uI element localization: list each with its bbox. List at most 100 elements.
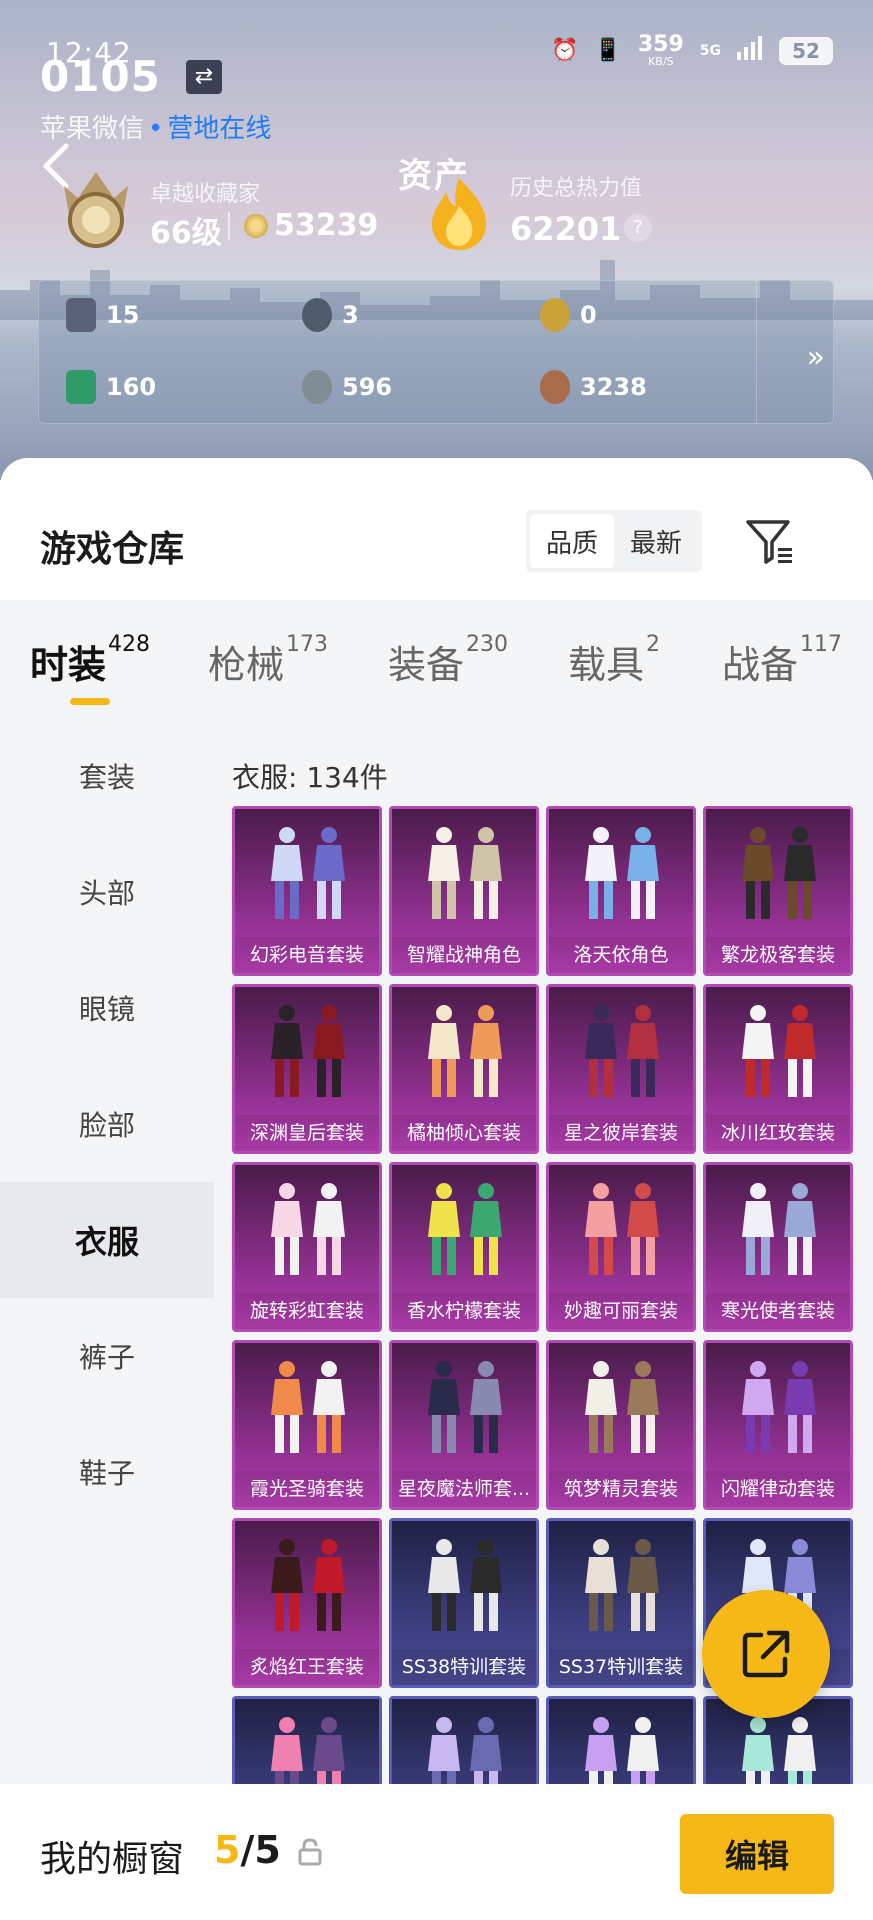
s-coin-icon bbox=[302, 298, 332, 332]
sidebar-item-suit[interactable]: 套装 bbox=[0, 718, 214, 834]
silver-coin-icon bbox=[302, 370, 332, 404]
tab-count: 173 bbox=[286, 632, 329, 657]
sidebar-item-shoes[interactable]: 鞋子 bbox=[0, 1414, 214, 1530]
item-card[interactable]: 繁龙极客套装 bbox=[703, 806, 853, 976]
signal-icon bbox=[737, 35, 763, 66]
item-card[interactable]: 幻彩电音套装 bbox=[232, 806, 382, 976]
tab-count: 117 bbox=[800, 632, 843, 657]
double-chevron-right-icon[interactable]: » bbox=[807, 340, 825, 375]
sidebar-item-glasses[interactable]: 眼镜 bbox=[0, 950, 214, 1066]
switch-account-icon[interactable]: ⇄ bbox=[186, 60, 222, 94]
speed-unit: KB/S bbox=[648, 55, 674, 68]
showcase-label: 我的橱窗 bbox=[40, 1839, 185, 1880]
outfit-figure-icon bbox=[585, 1539, 659, 1631]
gold-coin-icon bbox=[540, 298, 570, 332]
item-card[interactable]: 霞光圣骑套装 bbox=[232, 1340, 382, 1510]
outfit-figure-icon bbox=[428, 1005, 502, 1097]
currency-item: 3238 bbox=[540, 370, 647, 404]
card-currency-icon bbox=[66, 298, 96, 332]
outfit-figure-icon bbox=[428, 1183, 502, 1275]
currency-value: 3238 bbox=[580, 373, 647, 401]
item-card[interactable]: 筑梦精灵套装 bbox=[546, 1340, 696, 1510]
item-card[interactable]: SS37特训套装 bbox=[546, 1518, 696, 1688]
account-id: 0105 bbox=[40, 52, 161, 101]
warehouse-title: 游戏仓库 bbox=[40, 529, 185, 570]
item-name: 炙焰红王套装 bbox=[235, 1649, 379, 1685]
share-button[interactable] bbox=[702, 1590, 830, 1718]
tab-count: 428 bbox=[108, 632, 151, 657]
item-card[interactable]: SS38特训套装 bbox=[389, 1518, 539, 1688]
currency-item: 160 bbox=[66, 370, 156, 404]
divider bbox=[228, 212, 230, 240]
item-card[interactable]: 旋转彩虹套装 bbox=[232, 1162, 382, 1332]
tab-label: 载具 bbox=[568, 643, 645, 687]
item-name: 幻彩电音套装 bbox=[235, 937, 379, 973]
sidebar-item-face[interactable]: 脸部 bbox=[0, 1066, 214, 1182]
divider bbox=[756, 280, 757, 424]
tab-weapons[interactable]: 枪械173 bbox=[208, 632, 329, 689]
item-card[interactable]: 闪耀律动套装 bbox=[703, 1340, 853, 1510]
outfit-figure-icon bbox=[742, 1183, 816, 1275]
currency-value: 0 bbox=[580, 301, 597, 329]
item-card[interactable]: 洛天依角色 bbox=[546, 806, 696, 976]
network-type: 5G bbox=[699, 42, 721, 59]
sort-newest-button[interactable]: 最新 bbox=[614, 514, 698, 568]
currency-value: 3 bbox=[342, 301, 359, 329]
speed-value: 359 bbox=[637, 32, 684, 57]
tab-equipment[interactable]: 装备230 bbox=[388, 632, 509, 689]
category-tabs: 时装428 枪械173 装备230 载具2 战备117 bbox=[0, 600, 873, 718]
item-name: 霞光圣骑套装 bbox=[235, 1471, 379, 1507]
tab-label: 时装 bbox=[30, 643, 107, 687]
outfit-figure-icon bbox=[585, 1005, 659, 1097]
outfit-figure-icon bbox=[271, 827, 345, 919]
item-card[interactable]: 寒光使者套装 bbox=[703, 1162, 853, 1332]
points-coin-icon bbox=[244, 214, 268, 238]
status-bar-right: ⏰ 📳 359 KB/S 5G 52 bbox=[551, 34, 833, 67]
item-card[interactable]: 妙趣可丽套装 bbox=[546, 1162, 696, 1332]
item-name: 筑梦精灵套装 bbox=[549, 1471, 693, 1507]
item-name: 星夜魔法师套... bbox=[392, 1471, 536, 1507]
showcase-current: 5 bbox=[214, 1828, 241, 1872]
filter-icon[interactable] bbox=[744, 516, 794, 566]
outfit-figure-icon bbox=[271, 1005, 345, 1097]
item-card[interactable]: 星夜魔法师套... bbox=[389, 1340, 539, 1510]
item-card[interactable]: 香水柠檬套装 bbox=[389, 1162, 539, 1332]
alarm-icon: ⏰ bbox=[551, 38, 579, 63]
item-name: 香水柠檬套装 bbox=[392, 1293, 536, 1329]
item-name: SS37特训套装 bbox=[549, 1649, 693, 1685]
sidebar-item-head[interactable]: 头部 bbox=[0, 834, 214, 950]
item-card[interactable]: 炙焰红王套装 bbox=[232, 1518, 382, 1688]
network-speed: 359 KB/S bbox=[637, 32, 684, 68]
heat-label: 历史总热力值 bbox=[510, 176, 643, 201]
tab-supplies[interactable]: 战备117 bbox=[722, 632, 843, 689]
sidebar-item-clothes[interactable]: 衣服 bbox=[0, 1182, 214, 1298]
item-name: 闪耀律动套装 bbox=[706, 1471, 850, 1507]
showcase-count: 5/5 bbox=[214, 1828, 281, 1872]
currency-value: 596 bbox=[342, 373, 393, 401]
heat-value: 62201 bbox=[510, 210, 622, 248]
item-name: 星之彼岸套装 bbox=[549, 1115, 693, 1151]
app-screen: { "status_bar": {"time": "12:42", "speed… bbox=[0, 0, 873, 1920]
tab-vehicles[interactable]: 载具2 bbox=[568, 632, 660, 689]
outfit-figure-icon bbox=[585, 1361, 659, 1453]
tab-label: 战备 bbox=[722, 643, 799, 687]
item-card[interactable]: 深渊皇后套装 bbox=[232, 984, 382, 1154]
outfit-figure-icon bbox=[742, 1005, 816, 1097]
sort-quality-button[interactable]: 品质 bbox=[530, 514, 614, 568]
outfit-figure-icon bbox=[271, 1361, 345, 1453]
outfit-figure-icon bbox=[428, 1539, 502, 1631]
item-card[interactable]: 智耀战神角色 bbox=[389, 806, 539, 976]
tab-label: 装备 bbox=[388, 643, 465, 687]
green-ticket-icon bbox=[66, 370, 96, 404]
sort-toggle: 品质 最新 bbox=[526, 510, 702, 572]
tab-count: 230 bbox=[466, 632, 509, 657]
sidebar-item-pants[interactable]: 裤子 bbox=[0, 1298, 214, 1414]
item-card[interactable]: 橘柚倾心套装 bbox=[389, 984, 539, 1154]
currency-value: 160 bbox=[106, 373, 157, 401]
item-card[interactable]: 冰川红玫套装 bbox=[703, 984, 853, 1154]
item-card[interactable]: 星之彼岸套装 bbox=[546, 984, 696, 1154]
tab-fashion[interactable]: 时装428 bbox=[30, 632, 151, 689]
help-icon[interactable]: ? bbox=[624, 214, 652, 242]
currency-panel bbox=[38, 280, 834, 424]
edit-button[interactable]: 编辑 bbox=[680, 1814, 834, 1894]
